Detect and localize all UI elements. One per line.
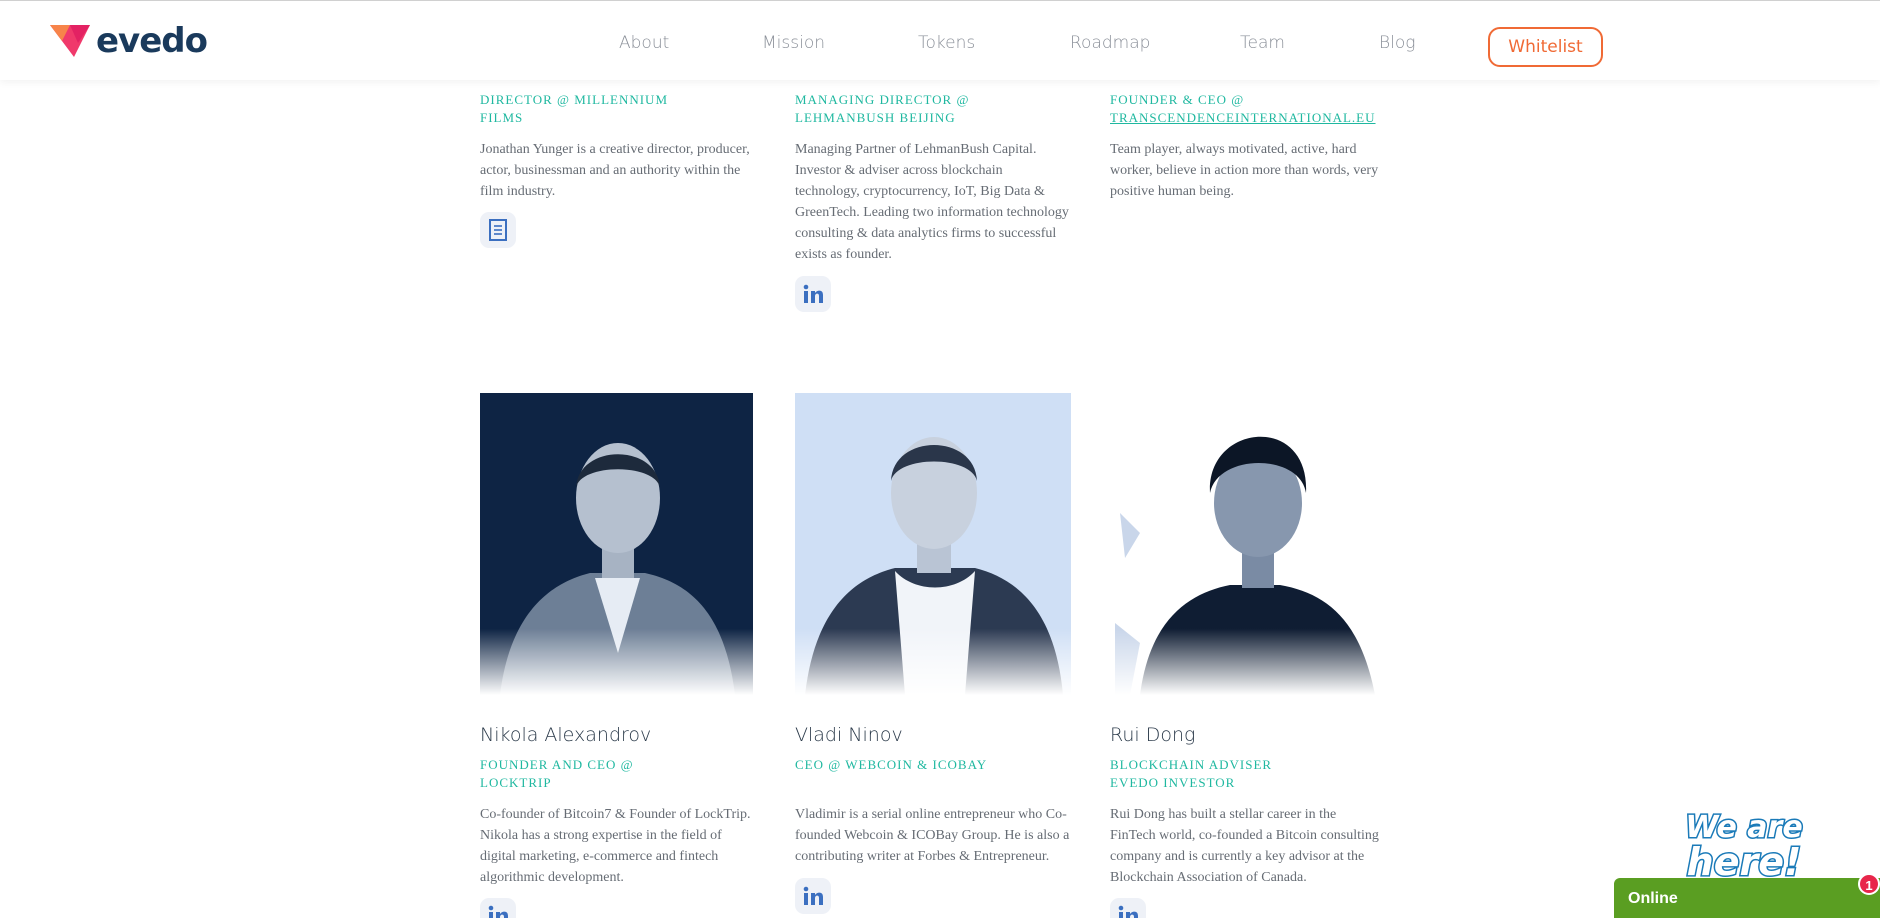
linkedin-icon [803, 886, 823, 905]
role-line: CEO @ WEBCOIN & ICOBAY [795, 757, 988, 772]
role-line: LOCKTRIP [480, 775, 552, 790]
bio-line: consulting & data analytics firms to suc… [795, 226, 1057, 241]
chat-online-button[interactable]: Online [1614, 878, 1880, 918]
bio-line: Investor & adviser across blockchain [795, 163, 1003, 178]
bio-line: Vladimir is a serial online entrepreneur… [795, 807, 1067, 822]
portrait-image [480, 393, 753, 695]
evedo-logo-mark-icon [50, 25, 90, 57]
nav-roadmap[interactable]: Roadmap [1070, 33, 1150, 53]
role-line: EVEDO INVESTOR [1110, 775, 1236, 790]
team-photo-vladi [795, 393, 1071, 695]
nav-mission[interactable]: Mission [762, 33, 825, 53]
portrait-image [795, 393, 1071, 695]
company-link[interactable]: TRANSCENDENCEINTERNATIONAL.EU [1110, 109, 1376, 127]
team-bio: Managing Partner of LehmanBush Capital. … [795, 139, 1069, 265]
bio-line: algorithmic development. [480, 870, 624, 885]
bio-line: actor, businessman and an authority with… [480, 163, 741, 178]
bio-line: contributing writer at Forbes & Entrepre… [795, 849, 1050, 864]
bio-line: Co-founder of Bitcoin7 & Founder of Lock… [480, 807, 751, 822]
team-photo-nikola [480, 393, 753, 695]
team-role: BLOCKCHAIN ADVISER EVEDO INVESTOR [1110, 756, 1272, 792]
bio-line: film industry. [480, 184, 556, 199]
team-role: MANAGING DIRECTOR @ LEHMANBUSH BEIJING [795, 91, 969, 127]
bio-line: Nikola has a strong expertise in the fie… [480, 828, 722, 843]
bio-line: FinTech world, co-founded a Bitcoin cons… [1110, 828, 1379, 843]
bio-line: Team player, always motivated, active, h… [1110, 142, 1357, 157]
nav-blog[interactable]: Blog [1379, 33, 1415, 53]
team-role: DIRECTOR @ MILLENNIUM FILMS [480, 91, 668, 127]
linkedin-button[interactable] [795, 878, 831, 914]
bio-line: GreenTech. Leading two information techn… [795, 205, 1069, 220]
team-member-name: Vladi Ninov [795, 724, 903, 746]
logo-text: evedo [96, 21, 208, 61]
team-member-name: Nikola Alexandrov [480, 724, 652, 746]
team-photo-rui [1110, 393, 1383, 695]
bio-line: founded Webcoin & ICOBay Group. He is al… [795, 828, 1070, 843]
team-bio: Jonathan Yunger is a creative director, … [480, 139, 750, 202]
bio-line: positive human being. [1110, 184, 1235, 199]
linkedin-button[interactable] [1110, 898, 1146, 918]
bio-line: Blockchain Association of Canada. [1110, 870, 1307, 885]
linkedin-icon [803, 284, 823, 303]
team-role: CEO @ WEBCOIN & ICOBAY [795, 756, 987, 774]
role-line: DIRECTOR @ MILLENNIUM [480, 92, 669, 107]
document-icon [489, 219, 507, 241]
team-role: FOUNDER & CEO @ TRANSCENDENCEINTERNATION… [1110, 91, 1376, 127]
we-are-here-graphic: We are here! [1684, 809, 1804, 886]
team-member-name: Rui Dong [1110, 724, 1196, 746]
role-line: BLOCKCHAIN ADVISER [1110, 757, 1273, 772]
team-bio: Rui Dong has built a stellar career in t… [1110, 804, 1379, 888]
linkedin-icon [488, 905, 508, 918]
bio-line: exists as founder. [795, 247, 892, 262]
team-bio: Team player, always motivated, active, h… [1110, 139, 1378, 202]
bio-line: digital marketing, e-commerce and fintec… [480, 849, 719, 864]
role-line: LEHMANBUSH BEIJING [795, 110, 956, 125]
nav-tokens[interactable]: Tokens [918, 33, 975, 53]
bio-line: worker, believe in action more than word… [1110, 163, 1379, 178]
svg-text:here!: here! [1687, 840, 1802, 881]
portrait-image [1110, 393, 1383, 695]
role-line: FOUNDER AND CEO @ [480, 757, 634, 772]
document-link-button[interactable] [480, 212, 516, 248]
evedo-logo[interactable]: evedo [48, 21, 208, 61]
role-line: MANAGING DIRECTOR @ [795, 92, 970, 107]
bio-line: Managing Partner of LehmanBush Capital. [795, 142, 1037, 157]
linkedin-button[interactable] [480, 898, 516, 918]
nav-team[interactable]: Team [1240, 33, 1285, 53]
site-header: evedo About Mission Tokens Roadmap Team … [0, 0, 1880, 80]
bio-line: company and is currently a key advisor a… [1110, 849, 1365, 864]
role-line: FOUNDER & CEO @ [1110, 92, 1245, 107]
chat-notification-badge: 1 [1858, 873, 1880, 895]
linkedin-button[interactable] [795, 276, 831, 312]
team-bio: Co-founder of Bitcoin7 & Founder of Lock… [480, 804, 751, 888]
role-line: FILMS [480, 110, 524, 125]
nav-about[interactable]: About [619, 33, 669, 53]
bio-line: technology, cryptocurrency, IoT, Big Dat… [795, 184, 1045, 199]
bio-line: Jonathan Yunger is a creative director, … [480, 142, 750, 157]
bio-line: Rui Dong has built a stellar career in t… [1110, 807, 1337, 822]
team-bio: Vladimir is a serial online entrepreneur… [795, 804, 1069, 867]
company-link-text[interactable]: TRANSCENDENCEINTERNATIONAL.EU [1110, 110, 1376, 125]
we-are-here-banner[interactable]: We are here! [1670, 803, 1818, 886]
linkedin-icon [1118, 905, 1138, 918]
team-role: FOUNDER AND CEO @ LOCKTRIP [480, 756, 634, 792]
whitelist-button[interactable]: Whitelist [1488, 27, 1603, 67]
